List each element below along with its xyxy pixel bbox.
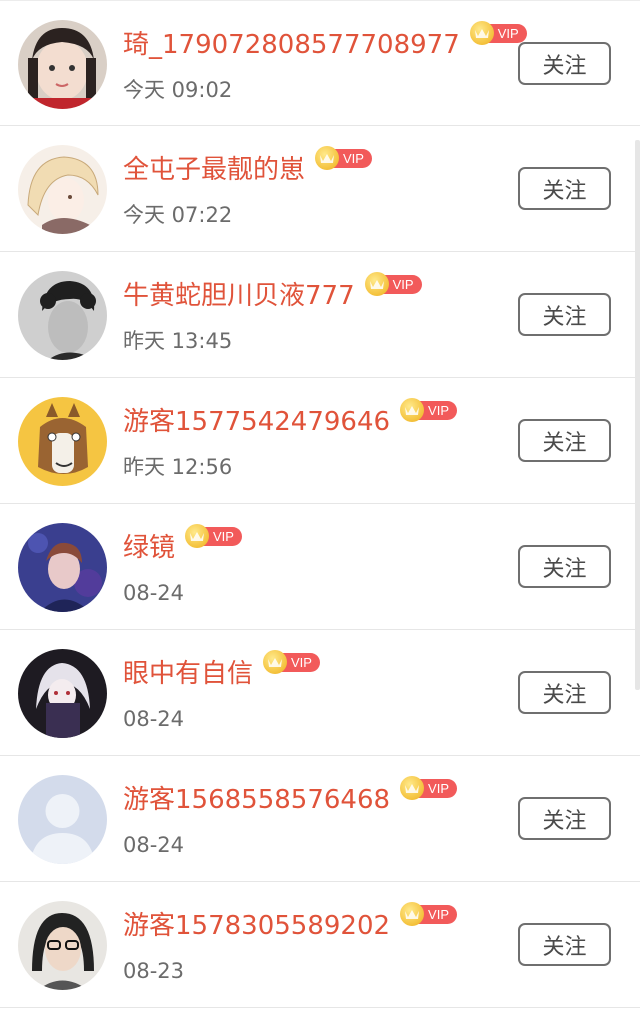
vip-badge: VIP xyxy=(400,398,458,422)
timestamp: 今天 07:22 xyxy=(123,203,233,227)
follow-button[interactable]: 关注 xyxy=(518,293,611,336)
cartoon-horse-avatar xyxy=(18,397,107,486)
crown-icon xyxy=(364,272,389,296)
follow-button[interactable]: 关注 xyxy=(518,419,611,462)
avatar[interactable] xyxy=(18,145,107,234)
default-user-avatar xyxy=(18,775,107,864)
avatar[interactable] xyxy=(18,271,107,360)
crown-icon xyxy=(469,21,494,45)
list-item[interactable]: 游客1568558576468 VIP 08-24 关注 xyxy=(0,756,640,882)
blue-portrait-avatar xyxy=(18,523,107,612)
user-name[interactable]: 琦_17907280857770897​7 xyxy=(123,25,460,65)
vip-badge: VIP xyxy=(263,650,320,674)
list-item[interactable]: 全屯子最靓的崽 VIP 今天 07:22 关注 xyxy=(0,126,640,252)
crown-icon xyxy=(185,524,210,548)
user-name[interactable]: 绿镜 xyxy=(123,528,175,568)
user-name[interactable]: 游客1568558576468 xyxy=(123,780,390,820)
vip-badge: VIP xyxy=(400,776,458,800)
vip-badge: VIP xyxy=(469,21,527,45)
user-name[interactable]: 牛黄蛇胆川贝液777 xyxy=(123,276,355,316)
avatar[interactable] xyxy=(18,901,107,990)
follow-button[interactable]: 关注 xyxy=(518,167,611,210)
avatar[interactable] xyxy=(18,523,107,612)
list-item[interactable]: 游客1577542479646 VIP 昨天 12:56 关注 xyxy=(0,378,640,504)
follow-button[interactable]: 关注 xyxy=(518,923,611,966)
timestamp: 昨天 13:45 xyxy=(123,329,233,353)
follow-button[interactable]: 关注 xyxy=(518,42,611,85)
timestamp: 08-24 xyxy=(123,833,185,857)
woman-glasses-avatar xyxy=(18,901,107,990)
timestamp: 08-23 xyxy=(123,959,185,983)
avatar[interactable] xyxy=(18,649,107,738)
user-list: 琦_17907280857770897​7 VIP 今天 09:02 关注 全屯… xyxy=(0,0,640,1008)
vip-badge: VIP xyxy=(185,524,242,548)
list-item[interactable]: 绿镜 VIP 08-24 关注 xyxy=(0,504,640,630)
list-item[interactable]: 牛黄蛇胆川贝液777 VIP 昨天 13:45 关注 xyxy=(0,252,640,378)
dark-anime-avatar xyxy=(18,649,107,738)
list-item[interactable]: 眼中有自信 VIP 08-24 关注 xyxy=(0,630,640,756)
user-name[interactable]: 眼中有自信 xyxy=(123,654,253,694)
timestamp: 08-24 xyxy=(123,707,185,731)
vip-badge: VIP xyxy=(315,146,372,170)
follow-button[interactable]: 关注 xyxy=(518,671,611,714)
anime-blonde-avatar xyxy=(18,145,107,234)
avatar[interactable] xyxy=(18,20,107,109)
crown-icon xyxy=(400,902,425,926)
timestamp: 今天 09:02 xyxy=(123,78,233,102)
user-name[interactable]: 全屯子最靓的崽 xyxy=(123,150,305,190)
timestamp: 08-24 xyxy=(123,581,185,605)
crown-icon xyxy=(400,776,425,800)
vip-badge: VIP xyxy=(400,902,458,926)
girl-photo-avatar xyxy=(18,20,107,109)
user-name[interactable]: 游客1577542479646 xyxy=(123,402,390,442)
avatar[interactable] xyxy=(18,775,107,864)
user-name[interactable]: 游客1578305589202 xyxy=(123,906,390,946)
crown-icon xyxy=(263,650,288,674)
list-item[interactable]: 游客1578305589202 VIP 08-23 关注 xyxy=(0,882,640,1008)
timestamp: 昨天 12:56 xyxy=(123,455,233,479)
list-item[interactable]: 琦_17907280857770897​7 VIP 今天 09:02 关注 xyxy=(0,0,640,126)
scrollbar[interactable] xyxy=(635,140,640,690)
crown-icon xyxy=(315,146,340,170)
crown-icon xyxy=(400,398,425,422)
follow-button[interactable]: 关注 xyxy=(518,545,611,588)
vip-badge: VIP xyxy=(364,272,422,296)
curly-hair-man-avatar xyxy=(18,271,107,360)
follow-button[interactable]: 关注 xyxy=(518,797,611,840)
avatar[interactable] xyxy=(18,397,107,486)
